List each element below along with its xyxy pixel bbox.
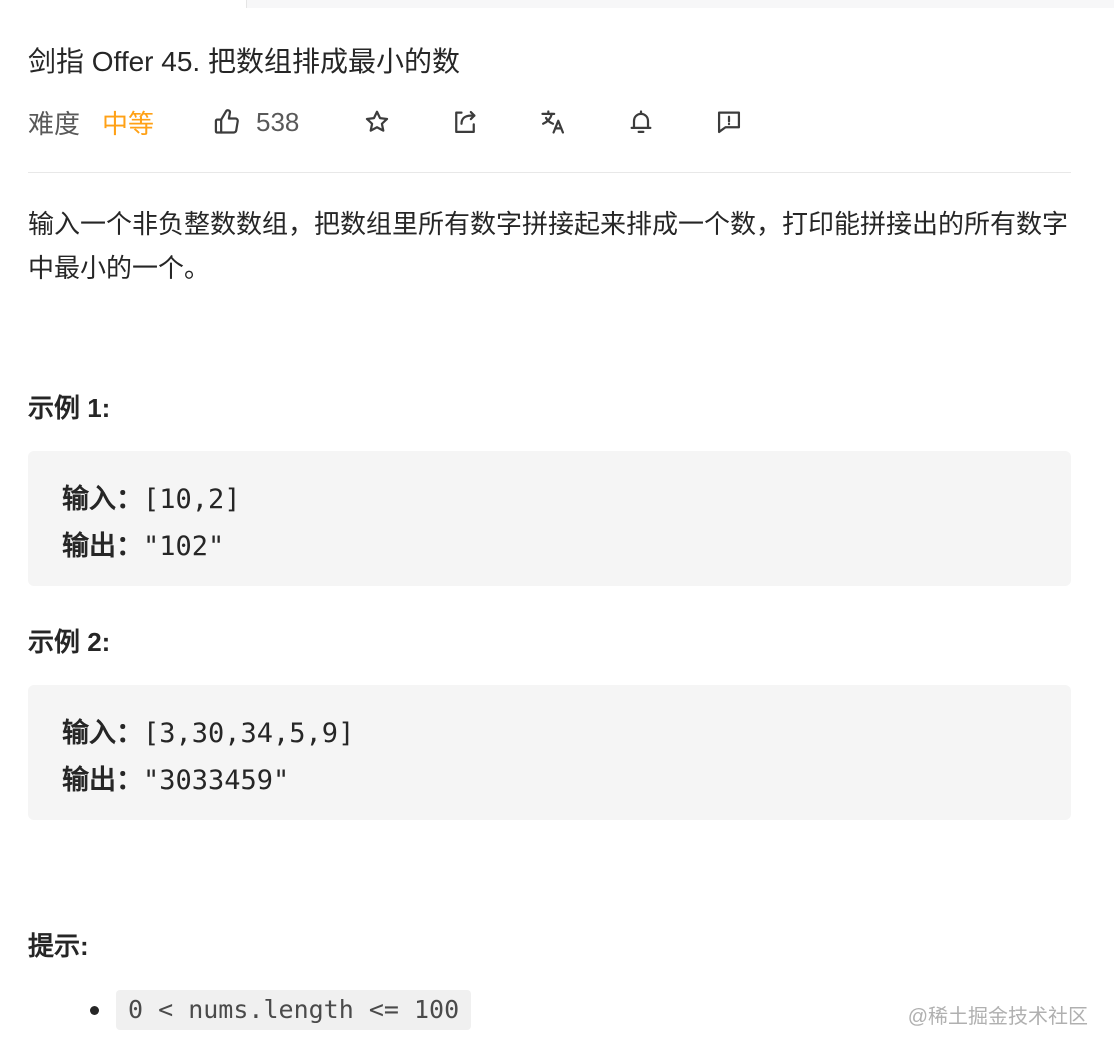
example-1-input: 输入：[10,2] xyxy=(62,477,241,516)
problem-toolbar: 难度 中等 538 xyxy=(28,100,1071,144)
top-strip xyxy=(0,0,1114,8)
problem-description: 输入一个非负整数数组，把数组里所有数字拼接起来排成一个数，打印能拼接出的所有数字… xyxy=(28,209,1069,283)
output-value: "3033459" xyxy=(143,765,290,796)
favorite-button[interactable] xyxy=(362,100,392,144)
header-divider xyxy=(28,172,1071,173)
list-bullet xyxy=(90,1006,99,1015)
share-button[interactable] xyxy=(450,100,480,144)
output-value: "102" xyxy=(143,531,225,562)
feedback-button[interactable] xyxy=(714,100,744,144)
example-2-output: 输出："3033459" xyxy=(62,758,289,797)
example-2-heading: 示例 2: xyxy=(28,627,111,657)
input-value: [10,2] xyxy=(143,484,241,515)
like-button[interactable]: 538 xyxy=(212,100,299,144)
subscribe-button[interactable] xyxy=(626,100,656,144)
hints-heading: 提示: xyxy=(28,931,89,961)
star-icon xyxy=(362,107,392,137)
problem-title: 剑指 Offer 45. 把数组排成最小的数 xyxy=(28,46,460,77)
input-value: [3,30,34,5,9] xyxy=(143,718,355,749)
example-1-heading: 示例 1: xyxy=(28,393,111,423)
translate-icon xyxy=(538,107,568,137)
like-count: 538 xyxy=(256,106,300,137)
example-1-output: 输出："102" xyxy=(62,524,224,563)
hint-item: 0 < nums.length <= 100 xyxy=(116,990,472,1030)
translate-button[interactable] xyxy=(538,100,568,144)
difficulty-value: 中等 xyxy=(102,108,155,139)
output-label: 输出： xyxy=(62,765,143,796)
input-label: 输入： xyxy=(62,484,143,515)
feedback-icon xyxy=(714,107,744,137)
example-2-block: 输入：[3,30,34,5,9] 输出："3033459" xyxy=(28,685,1071,820)
output-label: 输出： xyxy=(62,531,143,562)
thumbs-up-icon xyxy=(212,107,242,137)
example-2-input: 输入：[3,30,34,5,9] xyxy=(62,711,354,750)
bell-icon xyxy=(626,107,656,137)
difficulty: 难度 中等 xyxy=(28,100,154,144)
tab-bar-edge xyxy=(246,0,1114,8)
example-1-block: 输入：[10,2] 输出："102" xyxy=(28,451,1071,586)
input-label: 输入： xyxy=(62,718,143,749)
share-icon xyxy=(450,107,480,137)
difficulty-label: 难度 xyxy=(28,108,81,139)
watermark: @稀土掘金技术社区 xyxy=(907,1006,1088,1028)
